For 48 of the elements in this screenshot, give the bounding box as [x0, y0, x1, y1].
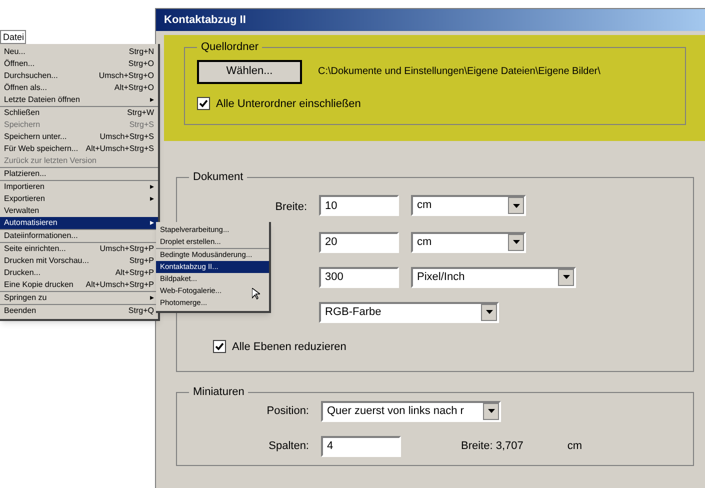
group-title: Miniaturen [192, 385, 246, 400]
menu-item[interactable]: Eine Kopie drucken Alt+Umsch+Strg+P [0, 279, 158, 291]
menu-item[interactable]: Drucken... Alt+Strg+P [0, 267, 158, 279]
dropdown[interactable]: cm [411, 232, 526, 252]
checkbox-label: Alle Ebenen reduzieren [232, 340, 346, 354]
checkmark-icon [199, 99, 208, 108]
menu-item[interactable]: Drucken mit Vorschau... Strg+P [0, 255, 158, 267]
width-info: Breite: 3,707 [461, 438, 524, 454]
folder-path: C:\Dokumente und Einstellungen\Eigene Dateien\Eigene Bilder\ [318, 65, 600, 79]
menu-item[interactable]: Für Web speichern... Alt+Umsch+Strg+S [0, 143, 158, 155]
dropdown[interactable]: cm [411, 195, 526, 216]
menu-item[interactable]: Seite einrichten... Umsch+Strg+P [0, 243, 158, 255]
field-label: Spalten: [268, 438, 309, 454]
menu-item[interactable]: Schließen Strg+W [0, 107, 158, 119]
dropdown[interactable]: Quer zuerst von links nach r [321, 400, 501, 422]
menu-item[interactable]: Beenden Strg+Q [0, 305, 158, 317]
menu-item[interactable]: Öffnen... Strg+O [0, 58, 158, 70]
unit-label: cm [567, 438, 582, 454]
number-field[interactable]: 300 [319, 266, 399, 288]
dropdown[interactable]: RGB-Farbe [319, 302, 499, 322]
dropdown[interactable]: Pixel/Inch [411, 266, 576, 288]
group-title: Quellordner [200, 40, 260, 55]
menu-item[interactable]: Exportieren ▸ [0, 193, 158, 205]
menu-item[interactable]: Speichern unter... Umsch+Strg+S [0, 131, 158, 143]
menu-item[interactable]: Neu... Strg+N [0, 46, 158, 58]
group-title: Dokument [192, 170, 244, 185]
menu-item[interactable]: Verwalten [0, 205, 158, 217]
window-title: Kontaktabzug II [164, 12, 246, 28]
checkmark-icon [215, 342, 224, 352]
menu-item[interactable]: Springen zu ▸ [0, 292, 158, 304]
mouse-pointer-icon [252, 288, 260, 300]
menu-item[interactable]: Öffnen als... Alt+Strg+O [0, 82, 158, 94]
number-field[interactable]: 10 [319, 195, 399, 216]
number-field[interactable]: 4 [321, 436, 401, 456]
menu-item[interactable]: Letzte Dateien öffnen ▸ [0, 94, 158, 106]
field-label: Breite: [275, 200, 307, 212]
menu-item[interactable]: Importieren ▸ [0, 181, 158, 193]
choose-button[interactable]: Wählen... [197, 60, 302, 84]
checkbox[interactable] [213, 340, 226, 354]
menu-bar-item[interactable]: Datei [0, 30, 26, 44]
number-field[interactable]: 20 [319, 232, 399, 252]
menu-item[interactable]: Automatisieren ▸ [0, 217, 158, 229]
menu-item[interactable]: Durchsuchen... Umsch+Strg+O [0, 70, 158, 82]
checkbox-label: Alle Unterordner einschließen [216, 96, 361, 112]
checkbox[interactable] [197, 97, 210, 110]
field-label: Position: [266, 404, 309, 419]
menu-item[interactable]: Platzieren... [0, 168, 158, 180]
menu-item[interactable]: Dateiinformationen... [0, 230, 158, 242]
